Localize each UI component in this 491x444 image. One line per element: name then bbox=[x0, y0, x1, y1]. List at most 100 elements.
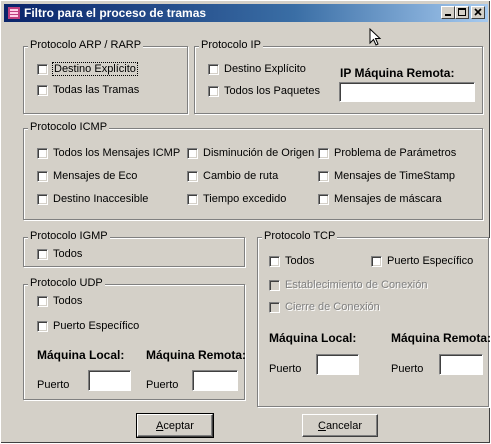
igmp-todos-checkbox[interactable]: Todos bbox=[37, 248, 82, 260]
arp-todas-label: Todas las Tramas bbox=[53, 84, 140, 96]
ip-legend: Protocolo IP bbox=[199, 39, 263, 51]
minimize-button[interactable] bbox=[441, 6, 455, 19]
icmp-eco-checkbox[interactable]: Mensajes de Eco bbox=[37, 170, 137, 182]
icmp-todos-label: Todos los Mensajes ICMP bbox=[53, 147, 181, 159]
checkbox-box bbox=[37, 320, 48, 332]
tcp-todos-label: Todos bbox=[285, 255, 315, 267]
udp-puerto-esp-checkbox[interactable]: Puerto Específico bbox=[37, 320, 139, 332]
checkbox-box bbox=[187, 193, 198, 205]
udp-local-label: Máquina Local: bbox=[37, 348, 125, 362]
ip-destino-checkbox[interactable]: Destino Explícito bbox=[208, 63, 306, 75]
icmp-problema-checkbox[interactable]: Problema de Parámetros bbox=[318, 147, 456, 159]
tcp-cierre-label: Cierre de Conexión bbox=[285, 301, 380, 313]
igmp-legend: Protocolo IGMP bbox=[28, 230, 110, 242]
checkbox-box bbox=[37, 170, 48, 182]
icmp-timestamp-checkbox[interactable]: Mensajes de TimeStamp bbox=[318, 170, 455, 182]
close-button[interactable] bbox=[471, 6, 485, 19]
tcp-local-port-input[interactable] bbox=[316, 354, 359, 375]
tcp-puerto-esp-label: Puerto Específico bbox=[387, 255, 474, 267]
tcp-puerto-esp-checkbox[interactable]: Puerto Específico bbox=[371, 255, 473, 267]
icmp-inaccesible-label: Destino Inaccesible bbox=[53, 193, 149, 205]
checkbox-box bbox=[37, 193, 48, 205]
udp-todos-label: Todos bbox=[53, 295, 83, 307]
aceptar-accel: A bbox=[156, 419, 164, 432]
udp-local-port-label: Puerto bbox=[37, 379, 70, 391]
checkbox-box bbox=[187, 147, 198, 159]
arp-todas-checkbox[interactable]: Todas las Tramas bbox=[37, 84, 139, 96]
checkbox-box bbox=[318, 147, 329, 159]
checkbox-box bbox=[318, 193, 329, 205]
udp-local-port-input[interactable] bbox=[88, 370, 131, 391]
window-title: Filtro para el proceso de tramas bbox=[24, 6, 207, 20]
tcp-establecimiento-checkbox[interactable]: Establecimiento de Conexión bbox=[269, 279, 427, 291]
tcp-todos-checkbox[interactable]: Todos bbox=[269, 255, 314, 267]
icmp-inaccesible-checkbox[interactable]: Destino Inaccesible bbox=[37, 193, 148, 205]
tcp-legend: Protocolo TCP bbox=[262, 230, 338, 242]
cancelar-accel: C bbox=[317, 419, 326, 432]
icmp-tiempo-checkbox[interactable]: Tiempo excedido bbox=[187, 193, 286, 205]
checkbox-box bbox=[371, 255, 382, 267]
aceptar-label: ceptar bbox=[163, 419, 194, 432]
icmp-group: Protocolo ICMP Todos los Mensajes ICMP D… bbox=[23, 121, 483, 220]
udp-todos-checkbox[interactable]: Todos bbox=[37, 295, 82, 307]
tcp-remota-label: Máquina Remota: bbox=[391, 331, 491, 345]
mouse-cursor-icon bbox=[369, 28, 382, 46]
ip-todos-checkbox[interactable]: Todos los Paquetes bbox=[208, 85, 320, 97]
icmp-cambio-checkbox[interactable]: Cambio de ruta bbox=[187, 170, 278, 182]
tcp-remote-port-label: Puerto bbox=[391, 363, 424, 375]
aceptar-button[interactable]: Aceptar bbox=[136, 413, 214, 438]
icmp-timestamp-label: Mensajes de TimeStamp bbox=[334, 170, 456, 182]
checkbox-box bbox=[37, 84, 48, 96]
maximize-button[interactable] bbox=[455, 6, 469, 19]
udp-legend: Protocolo UDP bbox=[28, 277, 105, 289]
minimize-icon bbox=[445, 14, 451, 16]
arp-group: Protocolo ARP / RARP Destino Explícito T… bbox=[23, 39, 188, 114]
title-bar[interactable]: Filtro para el proceso de tramas bbox=[4, 4, 488, 22]
icmp-todos-checkbox[interactable]: Todos los Mensajes ICMP bbox=[37, 147, 180, 159]
icmp-mascara-checkbox[interactable]: Mensajes de máscara bbox=[318, 193, 442, 205]
tcp-local-label: Máquina Local: bbox=[269, 331, 357, 345]
tcp-group: Protocolo TCP Todos Puerto Específico Es… bbox=[257, 230, 491, 407]
app-icon bbox=[8, 7, 20, 19]
icmp-disminucion-checkbox[interactable]: Disminución de Origen bbox=[187, 147, 314, 159]
icmp-problema-label: Problema de Parámetros bbox=[334, 147, 457, 159]
ip-remote-label: IP Máquina Remota: bbox=[340, 66, 455, 80]
tcp-cierre-checkbox[interactable]: Cierre de Conexión bbox=[269, 301, 380, 313]
cancelar-button[interactable]: Cancelar bbox=[302, 414, 378, 437]
checkbox-box bbox=[269, 255, 280, 267]
cancelar-label: ancelar bbox=[325, 419, 363, 432]
checkbox-box bbox=[208, 63, 219, 75]
ip-group: Protocolo IP Destino Explícito Todos los… bbox=[194, 39, 483, 114]
arp-destino-checkbox[interactable]: Destino Explícito bbox=[37, 62, 138, 76]
udp-remote-port-input[interactable] bbox=[192, 370, 238, 391]
tcp-remote-port-input[interactable] bbox=[439, 354, 483, 375]
icmp-tiempo-label: Tiempo excedido bbox=[203, 193, 287, 205]
udp-group: Protocolo UDP Todos Puerto Específico Má… bbox=[23, 277, 247, 400]
icmp-mascara-label: Mensajes de máscara bbox=[334, 193, 442, 205]
arp-destino-label: Destino Explícito bbox=[52, 62, 138, 76]
checkbox-box bbox=[208, 85, 219, 97]
icmp-cambio-label: Cambio de ruta bbox=[203, 170, 279, 182]
tcp-local-port-label: Puerto bbox=[269, 363, 302, 375]
igmp-group: Protocolo IGMP Todos bbox=[23, 230, 245, 267]
ip-remote-input[interactable] bbox=[339, 82, 475, 102]
udp-remote-port-label: Puerto bbox=[146, 379, 179, 391]
igmp-todos-label: Todos bbox=[53, 248, 83, 260]
maximize-icon bbox=[458, 8, 466, 16]
ip-todos-label: Todos los Paquetes bbox=[224, 85, 321, 97]
ip-destino-label: Destino Explícito bbox=[224, 63, 306, 75]
icmp-legend: Protocolo ICMP bbox=[28, 121, 110, 133]
udp-puerto-esp-label: Puerto Específico bbox=[53, 320, 140, 332]
icmp-eco-label: Mensajes de Eco bbox=[53, 170, 138, 182]
checkbox-box bbox=[269, 301, 280, 313]
checkbox-box bbox=[269, 279, 280, 291]
checkbox-box bbox=[37, 147, 48, 159]
close-icon bbox=[474, 8, 482, 16]
checkbox-box bbox=[37, 63, 48, 75]
icmp-disminucion-label: Disminución de Origen bbox=[203, 147, 315, 159]
checkbox-box bbox=[37, 295, 48, 307]
tcp-establecimiento-label: Establecimiento de Conexión bbox=[285, 279, 428, 291]
checkbox-box bbox=[187, 170, 198, 182]
checkbox-box bbox=[318, 170, 329, 182]
udp-remota-label: Máquina Remota: bbox=[146, 348, 247, 362]
